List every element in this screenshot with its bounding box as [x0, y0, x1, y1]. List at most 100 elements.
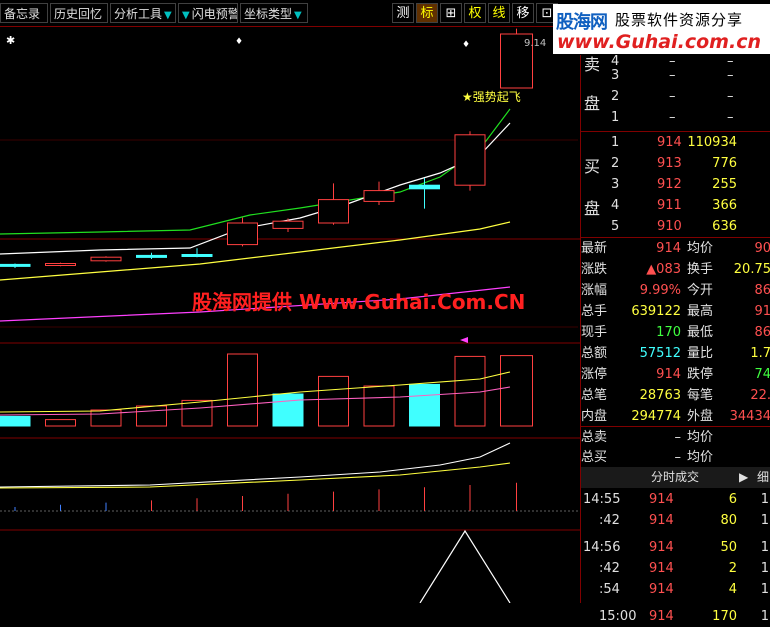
level: 2: [611, 156, 620, 171]
tick-dir: 1: [760, 492, 769, 507]
line-button[interactable]: 线: [488, 3, 510, 23]
tick-volume: 80: [720, 513, 737, 528]
quote-row[interactable]: 内盘 294774 外盘 34434: [581, 406, 770, 427]
quote-row[interactable]: 现手 170 最低 86: [581, 322, 770, 343]
tick-row[interactable]: :42 914 80 1: [581, 510, 770, 531]
quote-row[interactable]: 总额 57512 量比 1.7: [581, 343, 770, 364]
history-button[interactable]: 历史回忆: [50, 3, 108, 23]
volume-bar: [454, 355, 486, 427]
quote-label: 总手: [581, 304, 608, 319]
tick-row[interactable]: :54 914 4 1: [581, 579, 770, 600]
price: 914: [657, 135, 682, 150]
quote-value: 639122: [631, 304, 681, 319]
kline-chart[interactable]: ★强势起飞 9.14 ✱ ♦ ♦ 股海网提供 Www.Guhai.Com.CN: [0, 27, 580, 603]
tick-time: 14:55: [583, 492, 621, 507]
total-value: –: [674, 430, 682, 445]
tick-header[interactable]: 分时成交 ▶ 细: [581, 467, 770, 488]
level: 3: [611, 68, 620, 83]
candle-body: [45, 263, 76, 266]
quote-row[interactable]: 最新 914 均价 90: [581, 238, 770, 259]
quote-label-2: 每笔: [687, 388, 714, 403]
measure-button[interactable]: 测: [392, 3, 414, 23]
level: 4: [611, 198, 620, 213]
tick-tab-detail[interactable]: 细: [757, 467, 769, 488]
quote-label-2: 外盘: [687, 409, 714, 424]
sell-level-row[interactable]: 2 – –: [581, 86, 770, 107]
total-row[interactable]: 总买 – 均价: [581, 447, 770, 468]
quote-row[interactable]: 总笔 28763 每笔 22.: [581, 385, 770, 406]
tick-dir: 1: [760, 513, 769, 528]
quote-label: 最新: [581, 241, 608, 256]
plus-button[interactable]: ⊞: [440, 3, 462, 23]
sell-level-row[interactable]: 3 – –: [581, 65, 770, 86]
quote-value: 170: [656, 325, 681, 340]
tick-price: 914: [649, 582, 674, 597]
volume: –: [727, 89, 734, 104]
quote-label-2: 最高: [687, 304, 714, 319]
buy-level-row[interactable]: 2 913 776: [581, 153, 770, 174]
tick-volume: 50: [720, 540, 737, 555]
price: –: [669, 89, 676, 104]
volume: –: [727, 110, 734, 125]
quote-value-2: 86: [754, 283, 770, 298]
tick-dir: 1: [760, 582, 769, 597]
quote-label-2: 量比: [687, 346, 714, 361]
level: 2: [611, 89, 620, 104]
candle-body: [318, 199, 349, 224]
total-value: –: [674, 450, 682, 465]
tick-row[interactable]: :42 914 2 1: [581, 558, 770, 579]
ind2-white-line: [419, 529, 511, 603]
quote-row[interactable]: 涨停 914 跌停 74: [581, 364, 770, 385]
tick-row[interactable]: 15:00 914 170 1: [581, 606, 770, 627]
buy-level-row[interactable]: 4 911 366: [581, 195, 770, 216]
price: –: [669, 68, 676, 83]
flash-alert-button[interactable]: ▼ 闪电预警: [178, 3, 238, 23]
marker-diamond-1: ♦: [235, 37, 243, 47]
tick-price: 914: [649, 540, 674, 555]
coord-type-button[interactable]: 坐标类型 ▼: [240, 3, 308, 23]
volume-bar: [363, 385, 395, 427]
tick-price: 914: [649, 561, 674, 576]
price: –: [669, 110, 676, 125]
mark-button[interactable]: 标: [416, 3, 438, 23]
annotation-label: ★强势起飞: [462, 90, 521, 104]
quote-label: 总额: [581, 346, 608, 361]
quote-label-2: 今开: [687, 283, 714, 298]
tick-volume: 4: [728, 582, 737, 597]
tick-tab-title[interactable]: 分时成交: [651, 467, 699, 488]
tab-arrow-icon[interactable]: ▶: [739, 467, 748, 488]
total-label: 总买: [581, 450, 608, 465]
volume-bar: [318, 375, 349, 427]
tick-row[interactable]: 14:56 914 50 1: [581, 537, 770, 558]
tick-volume: 6: [728, 492, 737, 507]
quote-value: 28763: [639, 388, 681, 403]
volume-bar: [409, 383, 440, 427]
analysis-tools-button[interactable]: 分析工具 ▼: [110, 3, 176, 23]
quote-value-2: 90: [754, 241, 770, 256]
volume-bar: [90, 409, 122, 427]
buy-level-row[interactable]: 3 912 255: [581, 174, 770, 195]
total-label: 总卖: [581, 430, 608, 445]
right-adjust-button[interactable]: 权: [464, 3, 486, 23]
tick-row[interactable]: 14:55 914 6 1: [581, 489, 770, 510]
total-row[interactable]: 总卖 – 均价: [581, 427, 770, 448]
quote-row[interactable]: 涨幅 9.99% 今开 86: [581, 280, 770, 301]
quote-row[interactable]: 总手 639122 最高 91: [581, 301, 770, 322]
pointer-marker: [460, 337, 468, 343]
quote-value: 294774: [631, 409, 681, 424]
memo-button[interactable]: 备忘录: [0, 3, 48, 23]
buy-level-row[interactable]: 5 910 636: [581, 216, 770, 237]
volume: 110934: [687, 135, 737, 150]
indicator-panel-2: [419, 529, 511, 603]
quote-value: ▲083: [646, 262, 681, 277]
buy-level-row[interactable]: 1 914 110934: [581, 132, 770, 153]
quote-row[interactable]: 涨跌 ▲083 换手 20.75: [581, 259, 770, 280]
move-button[interactable]: 移: [512, 3, 534, 23]
quote-label: 涨跌: [581, 262, 608, 277]
tick-volume: 170: [712, 609, 737, 624]
volume-bar: [0, 415, 31, 427]
tick-dir: 1: [760, 609, 769, 624]
quote-value: 914: [656, 241, 681, 256]
level: 5: [611, 219, 620, 234]
sell-level-row[interactable]: 1 – –: [581, 107, 770, 128]
